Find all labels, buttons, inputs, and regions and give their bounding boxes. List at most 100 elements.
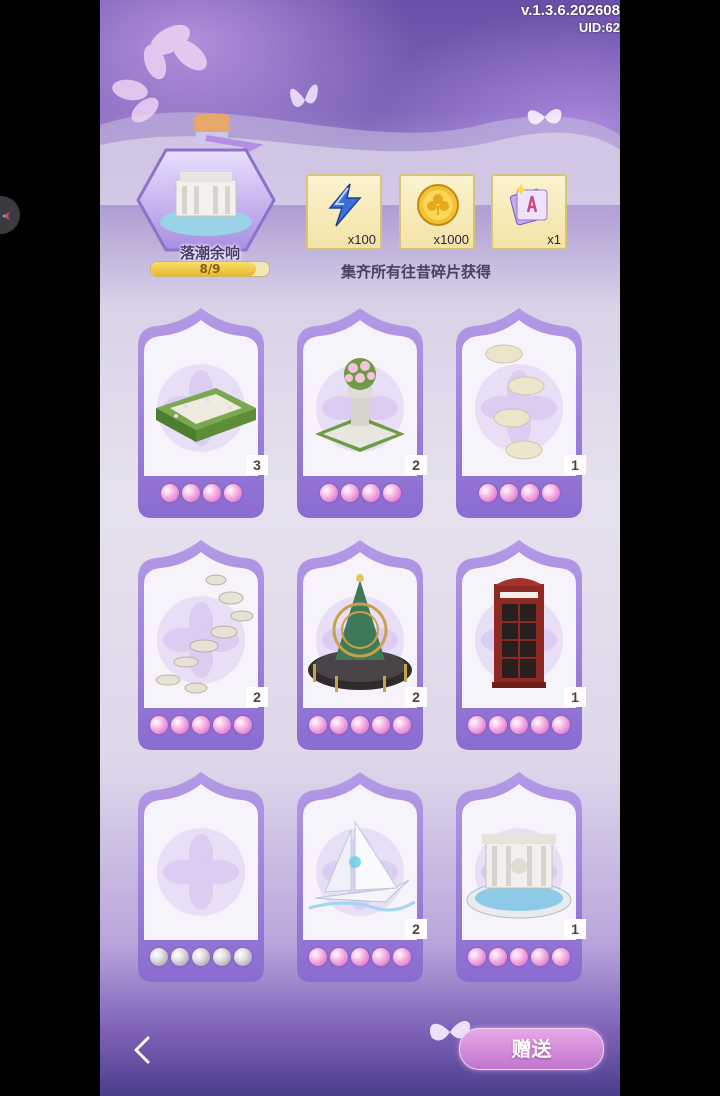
rarity-pearls (450, 484, 588, 506)
pearl-icon (171, 948, 189, 966)
pearl-icon (361, 484, 380, 502)
pearl-icon (393, 716, 411, 734)
version-text: v.1.3.6.202608 (521, 2, 620, 19)
pearl-icon (202, 484, 221, 502)
card-count: 3 (246, 455, 268, 475)
card-count: 2 (405, 455, 427, 475)
pearl-icon (372, 948, 390, 966)
armillary-carousel-icon (308, 574, 412, 692)
uid-text: UID:62 (578, 20, 620, 35)
collection-progress-bar: 8/9 (150, 261, 270, 277)
pearl-icon (372, 716, 390, 734)
pearl-icon (552, 948, 570, 966)
pearl-icon (510, 948, 528, 966)
back-arrow-icon[interactable] (124, 1030, 164, 1070)
reward-caption: 集齐所有往昔碎片获得 (340, 263, 491, 281)
progress-text: 8/9 (199, 262, 221, 276)
floating-assistant-handle[interactable] (0, 196, 20, 234)
card-count: 1 (564, 919, 586, 939)
pearl-icon (351, 716, 369, 734)
rarity-pearls (132, 948, 270, 970)
reward-energy[interactable]: x100 (306, 174, 382, 250)
pearl-icon (340, 484, 359, 502)
fragment-card-flower-urn[interactable]: 2 (291, 308, 429, 520)
pearl-icon (541, 484, 560, 502)
card-count: 2 (405, 687, 427, 707)
pearl-icon (309, 716, 327, 734)
pinwheel-icon (0, 208, 10, 222)
card-pack-icon (509, 184, 548, 226)
fragment-card-sailboat[interactable]: 2 (291, 772, 429, 984)
flower-urn-icon (315, 358, 405, 452)
rarity-pearls (291, 484, 429, 506)
pearl-icon (552, 716, 570, 734)
reward-qty: x1 (547, 232, 561, 247)
pearl-icon (330, 948, 348, 966)
pearl-icon (213, 948, 231, 966)
rarity-pearls (132, 716, 270, 738)
fragment-card-stepping-stones[interactable]: 1 (450, 308, 588, 520)
card-count: 1 (564, 455, 586, 475)
pearl-icon (192, 716, 210, 734)
hedge-garden-icon (156, 388, 256, 442)
pearl-icon (150, 948, 168, 966)
pearl-icon (234, 948, 252, 966)
sailboat-icon (308, 820, 415, 912)
gift-button[interactable]: 赠送 (459, 1028, 604, 1070)
fragment-card-phone-booth[interactable]: 1 (450, 540, 588, 752)
pearl-icon (309, 948, 327, 966)
fragment-card-armillary-carousel[interactable]: 2 (291, 540, 429, 752)
pearl-icon (351, 948, 369, 966)
butterfly-icon (290, 84, 318, 107)
rarity-pearls (291, 716, 429, 738)
reward-qty: x1000 (433, 232, 469, 247)
card-count: 1 (564, 687, 586, 707)
fragment-card-fountain[interactable]: 1 (450, 772, 588, 984)
fragment-card-hedge-garden[interactable]: 3 (132, 308, 270, 520)
screen: v.1.3.6.202608 UID:62 落潮余响 8/9 x100 x100… (0, 0, 720, 1096)
version-info: v.1.3.6.202608 UID:62 (521, 2, 620, 36)
pearl-icon (382, 484, 401, 502)
butterfly-icon (527, 109, 562, 125)
card-count: 2 (246, 687, 268, 707)
pearl-icon (478, 484, 497, 502)
stepping-stones-icon (485, 344, 545, 460)
pearl-icon (393, 948, 411, 966)
pearl-icon (234, 716, 252, 734)
pearl-icon (150, 716, 168, 734)
pearl-icon (181, 484, 200, 502)
fragment-card-empty-slot[interactable] (132, 772, 270, 984)
pearl-icon (468, 948, 486, 966)
stone-path-icon (155, 574, 254, 694)
collection-title: 落潮余响 (179, 244, 240, 262)
rarity-pearls (450, 948, 588, 970)
reward-card-pack[interactable]: x1 (491, 174, 567, 250)
pearl-icon (319, 484, 338, 502)
reward-qty: x100 (347, 232, 376, 247)
fragment-card-stone-path[interactable]: 2 (132, 540, 270, 752)
reward-coins[interactable]: x1000 (399, 174, 475, 250)
lightning-icon (328, 183, 362, 227)
pearl-icon (171, 716, 189, 734)
card-count: 2 (405, 919, 427, 939)
pearl-icon (468, 716, 486, 734)
rarity-pearls (291, 948, 429, 970)
phone-booth-icon (492, 578, 546, 688)
fountain-icon (466, 834, 572, 919)
pearl-icon (520, 484, 539, 502)
gold-coin-icon (417, 184, 459, 226)
pearl-icon (330, 716, 348, 734)
pearl-icon (489, 948, 507, 966)
pearl-icon (499, 484, 518, 502)
collection-bottle-icon[interactable] (136, 110, 276, 260)
pearl-icon (192, 948, 210, 966)
pearl-icon (160, 484, 179, 502)
pearl-icon (531, 948, 549, 966)
pearl-icon (213, 716, 231, 734)
collection-panel: v.1.3.6.202608 UID:62 落潮余响 8/9 x100 x100… (100, 0, 620, 1096)
pearl-icon (510, 716, 528, 734)
rarity-pearls (132, 484, 270, 506)
rarity-pearls (450, 716, 588, 738)
pearl-icon (489, 716, 507, 734)
pearl-icon (531, 716, 549, 734)
